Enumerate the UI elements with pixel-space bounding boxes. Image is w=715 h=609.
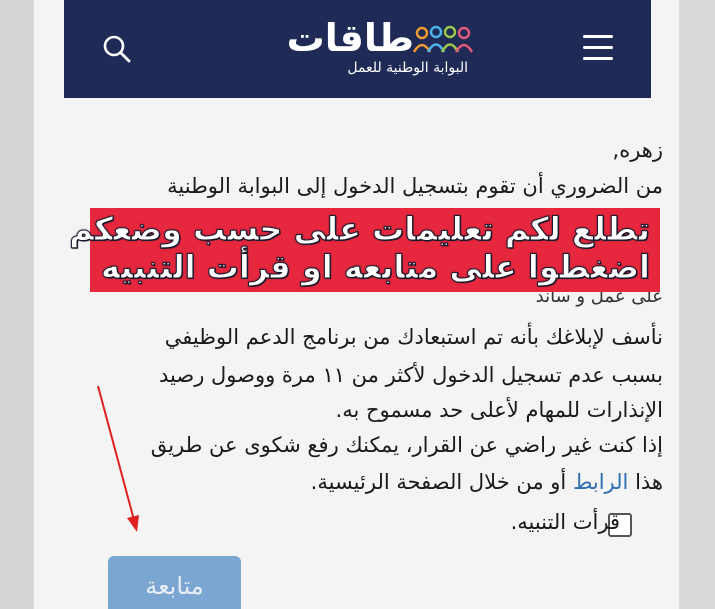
logo-text: طاقات <box>286 16 414 60</box>
message-line-2: نأسف لإبلاغك بأنه تم استبعادك من برنامج … <box>164 325 663 349</box>
menu-button[interactable] <box>583 35 615 61</box>
banner-line-2: اضغطوا على متابعه او قرأت التنبيه <box>100 248 650 287</box>
banner-line-1: تطلع لكم تعليمات على حسب وضعكم <box>69 210 651 249</box>
message-line-4: الإنذارات للمهام لأعلى حد مسموح به. <box>335 398 663 422</box>
logo-subtitle: البوابة الوطنية للعمل <box>347 60 468 76</box>
complaint-link[interactable]: الرابط <box>573 470 628 494</box>
greeting: زهره, <box>612 138 663 162</box>
left-margin <box>0 0 34 609</box>
line-6-suffix: أو من خلال الصفحة الرئيسية. <box>310 470 567 494</box>
hamburger-menu-icon <box>583 35 613 38</box>
screen: طاقات البوابة الوطنية للعمل زهره, من الض… <box>0 0 715 609</box>
site-header: طاقات البوابة الوطنية للعمل <box>64 0 651 98</box>
search-button[interactable] <box>100 32 134 66</box>
checkbox-label[interactable]: قرأت التنبيه. <box>420 510 620 534</box>
taqat-logo[interactable]: طاقات البوابة الوطنية للعمل <box>264 12 474 84</box>
continue-button[interactable]: متابعة <box>108 556 241 609</box>
message-line-5: إذا كنت غير راضي عن القرار، يمكنك رفع شك… <box>150 433 663 457</box>
message-line-1: من الضروري أن تقوم بتسجيل الدخول إلى الب… <box>167 174 663 198</box>
line-6-prefix: هذا <box>635 470 663 494</box>
right-margin <box>679 0 715 609</box>
search-icon <box>103 35 131 63</box>
message-line-3: بسبب عدم تسجيل الدخول لأكثر من ١١ مرة وو… <box>159 363 663 387</box>
message-line-6: هذا الرابط أو من خلال الصفحة الرئيسية. <box>103 470 663 494</box>
people-logo-icon <box>412 25 474 53</box>
instruction-banner: تطلع لكم تعليمات على حسب وضعكم اضغطوا عل… <box>69 208 660 292</box>
